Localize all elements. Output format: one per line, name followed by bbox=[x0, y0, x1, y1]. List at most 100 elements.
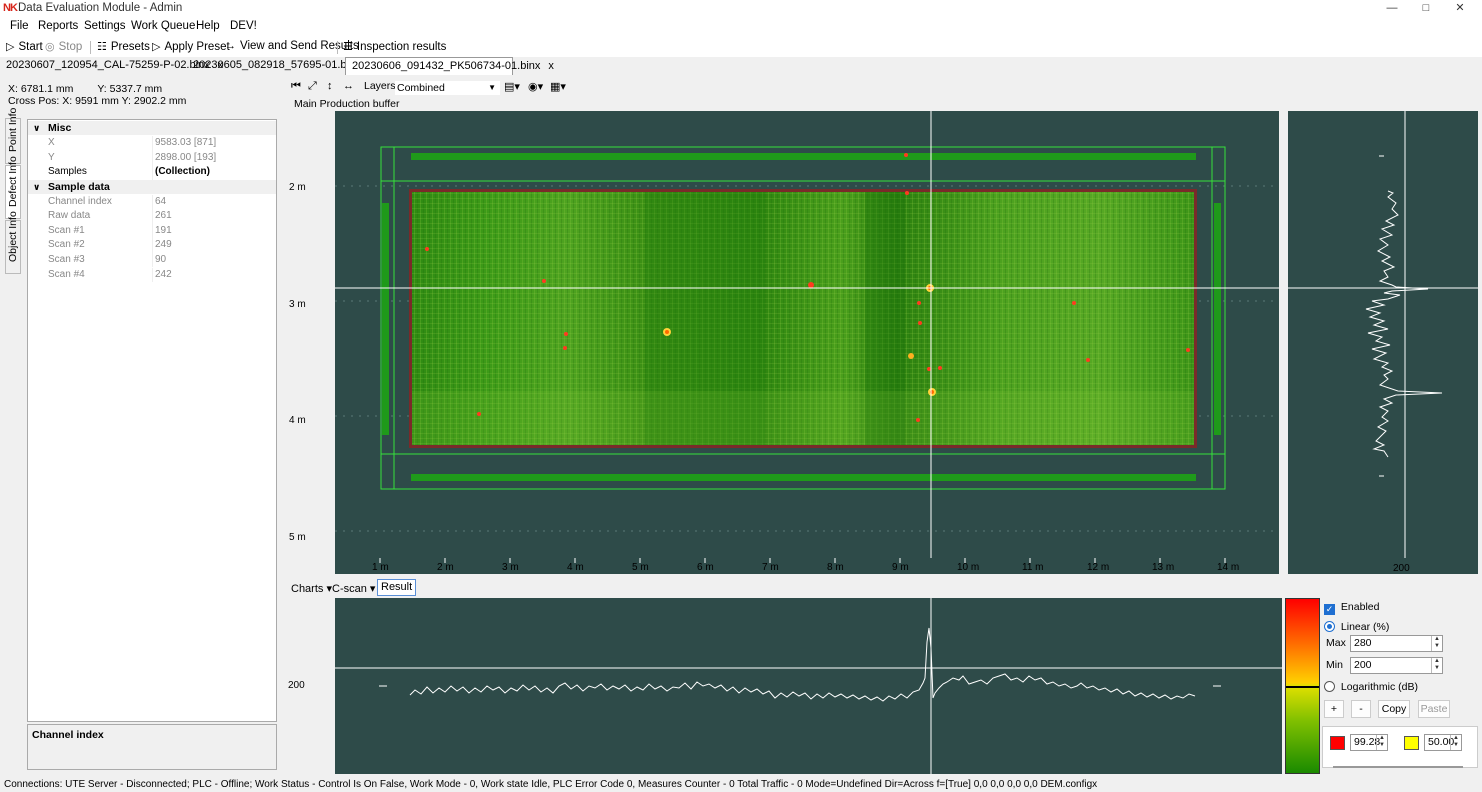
grid-options-icon[interactable]: ▦▾ bbox=[550, 80, 566, 93]
checkmark-icon: ✓ bbox=[1324, 604, 1335, 615]
vertical-profile-svg bbox=[1288, 111, 1478, 558]
cursor-x: X: 6781.1 mm bbox=[8, 83, 74, 95]
x-tick-label: 10 m bbox=[957, 562, 980, 573]
stop-button[interactable]: ◎ Stop bbox=[45, 40, 82, 53]
display-options-icon[interactable]: ◉▾ bbox=[528, 80, 543, 93]
x-tick-label: 11 m bbox=[1022, 562, 1044, 573]
radio-unselected-icon bbox=[1324, 681, 1335, 692]
menu-reports[interactable]: Reports bbox=[38, 20, 78, 32]
chevron-down-icon[interactable]: ∨ bbox=[33, 180, 40, 194]
start-button[interactable]: ▷ Start bbox=[6, 40, 43, 53]
copy-button[interactable]: Copy bbox=[1378, 700, 1410, 718]
file-tab[interactable]: 20230605_082918_57695-01.binxx bbox=[187, 57, 374, 75]
tab-object-info[interactable]: Object Info bbox=[5, 211, 21, 274]
x-tick-label: 12 m bbox=[1087, 562, 1110, 573]
menu-help[interactable]: Help bbox=[196, 20, 220, 32]
property-row[interactable]: Raw data 261 bbox=[28, 209, 276, 224]
chevron-down-icon[interactable]: ∨ bbox=[33, 121, 40, 135]
close-icon[interactable]: ✕ bbox=[1440, 0, 1480, 17]
view-send-results-button[interactable]: → View and Send Results bbox=[225, 40, 359, 52]
yellow-color-swatch[interactable] bbox=[1404, 736, 1419, 750]
color-scale-bar[interactable] bbox=[1285, 598, 1320, 774]
spinner-arrows-icon[interactable]: ▲ ▼ bbox=[1431, 658, 1442, 673]
spinner-arrows-icon[interactable]: ▲ ▼ bbox=[1376, 735, 1387, 750]
property-row[interactable]: Scan #4 242 bbox=[28, 267, 276, 283]
fit-icon[interactable]: ⤢ bbox=[308, 80, 317, 93]
min-input[interactable]: 200 ▲ ▼ bbox=[1350, 657, 1443, 674]
linear-radio[interactable]: Linear (%) bbox=[1324, 621, 1389, 633]
color-stops: 99.28 ▲ ▼ 50.00 ▲ ▼ bbox=[1322, 726, 1478, 768]
list-icon: ☰ bbox=[343, 41, 353, 53]
property-row[interactable]: Scan #1 191 bbox=[28, 223, 276, 239]
x-tick-label: 200 bbox=[1393, 563, 1410, 574]
cursor-y: Y: 5337.7 mm bbox=[97, 83, 163, 95]
menu-work-queue[interactable]: Work Queue bbox=[131, 20, 195, 32]
file-tabs: 20230607_120954_CAL-75259-P-02.binx x 202… bbox=[0, 57, 1482, 75]
vertical-profile-plot[interactable] bbox=[1288, 111, 1478, 558]
close-tab-icon[interactable]: x bbox=[548, 60, 554, 72]
menu-settings[interactable]: Settings bbox=[84, 20, 126, 32]
property-row[interactable]: Y 2898.00 [193] bbox=[28, 150, 276, 166]
app-logo-icon: NK bbox=[3, 2, 18, 14]
red-stop-input[interactable]: 99.28 ▲ ▼ bbox=[1350, 734, 1388, 751]
max-label: Max bbox=[1326, 637, 1346, 649]
main-toolbar: ▷ Start ◎ Stop ☷ Presets ▷ Apply Preset → Vie… bbox=[0, 37, 1482, 57]
y-tick-label: 200 bbox=[288, 680, 305, 691]
y-tick-label: 2 m bbox=[289, 182, 306, 193]
result-button[interactable]: Result bbox=[377, 579, 417, 596]
presets-button[interactable]: ☷ Presets bbox=[97, 40, 150, 53]
cscan-plot[interactable] bbox=[335, 111, 1279, 558]
stops-scrollbar[interactable] bbox=[1333, 766, 1463, 768]
layers-dropdown[interactable]: Combined ▼ bbox=[395, 81, 500, 95]
vertical-profile-axis: 200 bbox=[1288, 558, 1478, 574]
category-misc[interactable]: ∨ Misc bbox=[28, 121, 276, 135]
property-row[interactable]: Scan #2 249 bbox=[28, 238, 276, 253]
chevron-down-icon: ▼ bbox=[488, 83, 496, 92]
yellow-stop-input[interactable]: 50.00 ▲ ▼ bbox=[1424, 734, 1462, 751]
menu-file[interactable]: File bbox=[10, 20, 29, 32]
spinner-arrows-icon[interactable]: ▲ ▼ bbox=[1450, 735, 1461, 750]
presets-icon: ☷ bbox=[97, 41, 107, 53]
x-tick-label: 7 m bbox=[762, 562, 779, 573]
x-tick-label: 14 m bbox=[1217, 562, 1240, 573]
paste-button[interactable]: Paste bbox=[1418, 700, 1450, 718]
file-tab-active[interactable]: 20230606_091432_PK506734-01.binx x bbox=[345, 57, 554, 75]
property-row[interactable]: Channel index 64 bbox=[28, 194, 276, 210]
first-frame-icon[interactable]: ⏮ bbox=[291, 80, 301, 93]
fit-horizontal-icon[interactable]: ↔ bbox=[343, 80, 354, 92]
red-color-swatch[interactable] bbox=[1330, 736, 1345, 750]
menu-bar: File Reports Settings Work Queue Help DE… bbox=[0, 17, 1482, 37]
play-outline-icon: ▷ bbox=[152, 41, 161, 53]
remove-color-button[interactable]: - bbox=[1351, 700, 1371, 718]
stop-icon: ◎ bbox=[45, 41, 55, 53]
x-axis bbox=[335, 558, 1279, 574]
status-bar: Connections: UTE Server - Disconnected; … bbox=[0, 778, 1482, 792]
category-sample-data[interactable]: ∨ Sample data bbox=[28, 180, 276, 194]
cscan-dropdown[interactable]: C-scan ▾ bbox=[332, 582, 375, 595]
menu-dev[interactable]: DEV! bbox=[230, 20, 257, 32]
ascan-plot[interactable] bbox=[335, 598, 1282, 774]
apply-preset-button[interactable]: ▷ Apply Preset bbox=[152, 40, 230, 53]
radio-selected-icon bbox=[1324, 621, 1335, 632]
y-tick-label: 4 m bbox=[289, 415, 306, 426]
property-row[interactable]: X 9583.03 [871] bbox=[28, 136, 276, 151]
file-tab[interactable]: 20230607_120954_CAL-75259-P-02.binx x bbox=[0, 57, 223, 75]
x-axis-ticks bbox=[379, 558, 1226, 563]
add-color-button[interactable]: + bbox=[1324, 700, 1344, 718]
property-row[interactable]: Samples (Collection) bbox=[28, 165, 276, 180]
color-controls: ✓ Enabled Linear (%) Max 280 ▲ ▼ Min 200 ▲ ▼… bbox=[1322, 598, 1478, 774]
fit-vertical-icon[interactable]: ↕ bbox=[327, 80, 333, 92]
inspection-results-button[interactable]: ☰ Inspection results bbox=[343, 40, 446, 53]
logarithmic-radio[interactable]: Logarithmic (dB) bbox=[1324, 681, 1418, 693]
y-tick-label: 3 m bbox=[289, 299, 306, 310]
enabled-checkbox[interactable]: ✓ Enabled bbox=[1324, 601, 1379, 615]
y-tick-label: 5 m bbox=[289, 532, 306, 543]
x-tick-label: 4 m bbox=[567, 562, 584, 573]
charts-dropdown[interactable]: Charts ▾ bbox=[291, 582, 332, 595]
view-mode-icon[interactable]: ▤▾ bbox=[504, 80, 520, 93]
spinner-arrows-icon[interactable]: ▲ ▼ bbox=[1431, 636, 1442, 651]
toolbar-divider bbox=[90, 41, 91, 54]
max-input[interactable]: 280 ▲ ▼ bbox=[1350, 635, 1443, 652]
property-row[interactable]: Scan #3 90 bbox=[28, 252, 276, 268]
window-title: Data Evaluation Module - Admin bbox=[18, 2, 183, 14]
